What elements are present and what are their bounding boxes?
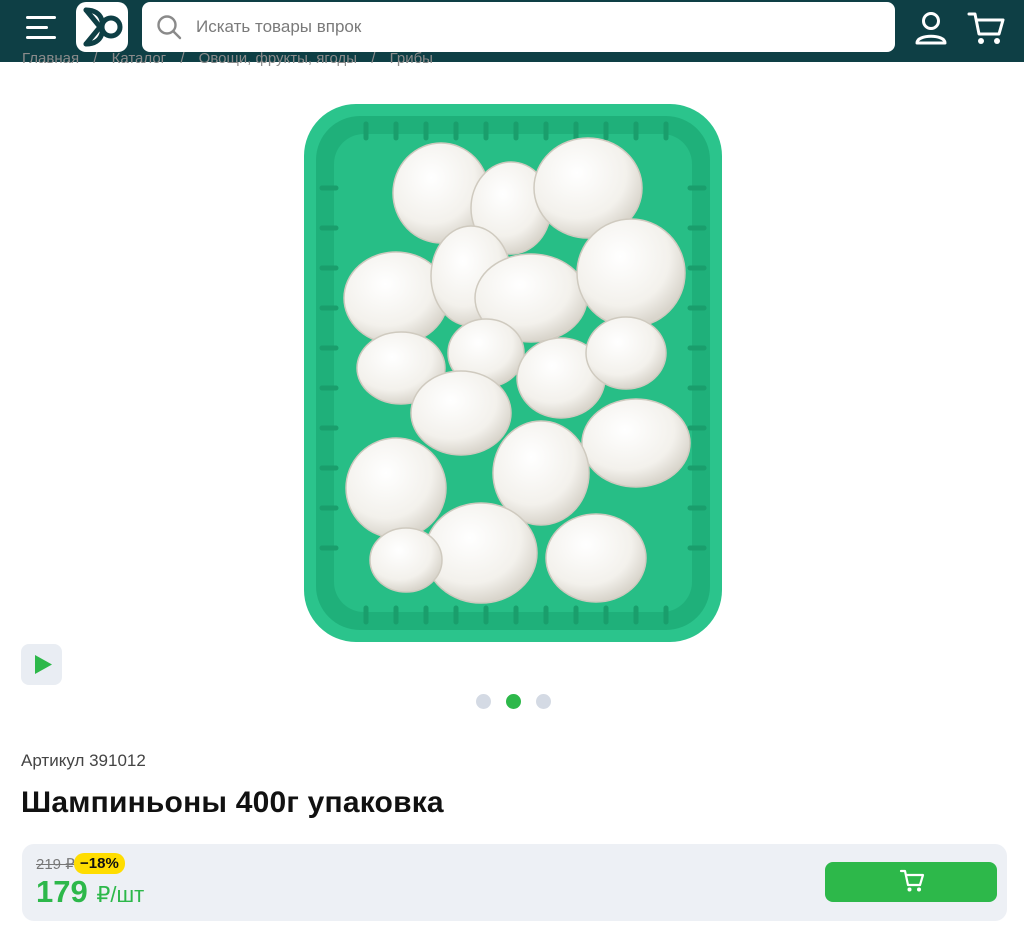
old-price: 219 ₽ <box>36 856 75 873</box>
breadcrumb-separator: / <box>371 50 376 67</box>
breadcrumb-link-category[interactable]: Овощи, фрукты, ягоды <box>199 50 357 67</box>
carousel-dot-1[interactable] <box>476 694 491 709</box>
cart-button[interactable] <box>966 9 1006 47</box>
search-input[interactable] <box>196 2 876 52</box>
product-title: Шампиньоны 400г упаковка <box>21 786 444 819</box>
search-icon <box>157 15 182 40</box>
user-icon <box>915 12 947 45</box>
price-value: 179 <box>36 874 88 909</box>
cart-icon <box>899 869 925 892</box>
search-box[interactable] <box>142 2 895 52</box>
price-card: 219 ₽ −18% 179 ₽/шт <box>22 844 1007 921</box>
breadcrumb-link-home[interactable]: Главная <box>22 50 79 67</box>
carousel-dot-3[interactable] <box>536 694 551 709</box>
video-play-button[interactable] <box>21 644 62 685</box>
breadcrumb-current: Грибы <box>389 50 433 67</box>
logo[interactable] <box>76 2 128 52</box>
price-unit: ₽/шт <box>96 882 145 907</box>
add-to-cart-button[interactable] <box>825 862 997 902</box>
menu-line <box>26 36 56 39</box>
logo-icon <box>83 7 123 47</box>
product-image[interactable] <box>296 98 728 648</box>
menu-line <box>26 26 48 29</box>
breadcrumb-separator: / <box>180 50 185 67</box>
breadcrumb-link-catalog[interactable]: Каталог <box>112 50 167 67</box>
current-price: 179 ₽/шт <box>36 874 144 910</box>
menu-line <box>26 16 56 19</box>
play-icon <box>35 655 52 674</box>
article-number: Артикул 391012 <box>21 751 146 770</box>
profile-button[interactable] <box>912 10 950 46</box>
menu-button[interactable] <box>26 14 60 42</box>
discount-badge: −18% <box>74 853 125 874</box>
breadcrumb-separator: / <box>93 50 98 67</box>
carousel-dots <box>476 694 556 710</box>
carousel-dot-2[interactable] <box>506 694 521 709</box>
breadcrumb: Главная / Каталог / Овощи, фрукты, ягоды… <box>22 50 443 70</box>
cart-icon <box>967 12 1005 44</box>
